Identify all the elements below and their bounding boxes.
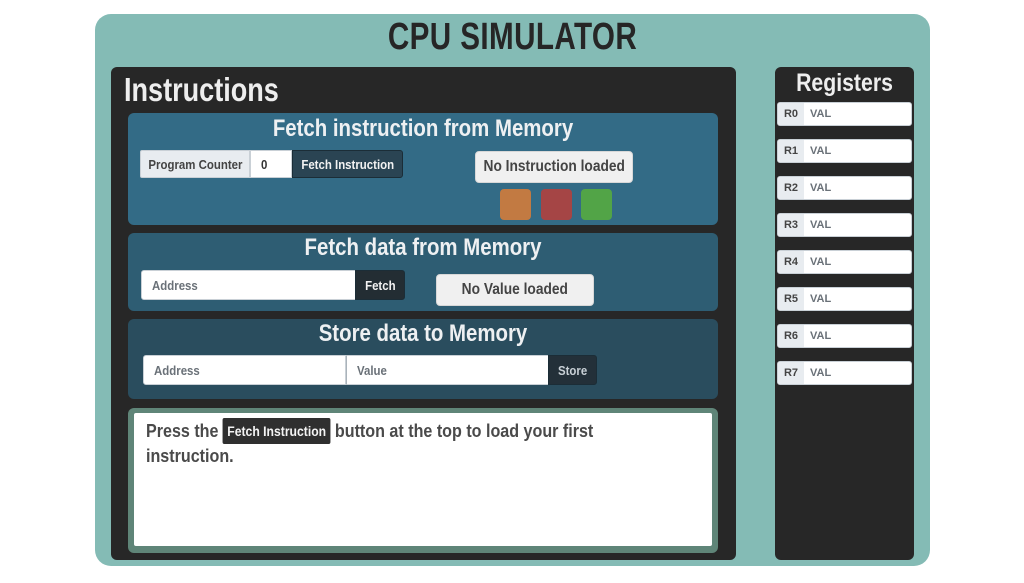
cpu-simulator-app: CPU SIMULATOR Instructions Fetch instruc… — [95, 14, 930, 566]
indicator-light-orange — [500, 189, 531, 220]
store-button[interactable]: Store — [548, 355, 597, 385]
register-name: R3 — [778, 214, 804, 236]
instructions-panel: Instructions Fetch instruction from Memo… — [111, 67, 736, 560]
register-name: R6 — [778, 325, 804, 347]
app-title: CPU SIMULATOR — [387, 16, 638, 58]
fetch-instruction-card: Fetch instruction from Memory Program Co… — [128, 113, 718, 225]
instructions-title: Instructions — [124, 71, 279, 108]
register-value[interactable]: VAL — [810, 177, 831, 199]
register-value[interactable]: VAL — [810, 103, 831, 125]
fetch-address-input[interactable]: Address — [141, 270, 356, 300]
register-value[interactable]: VAL — [810, 362, 831, 384]
inline-fetch-instruction-label: Fetch Instruction — [222, 418, 331, 444]
register-value[interactable]: VAL — [810, 251, 831, 273]
register-value[interactable]: VAL — [810, 214, 831, 236]
fetch-button[interactable]: Fetch — [355, 270, 405, 300]
store-address-input[interactable]: Address — [143, 355, 346, 385]
message-box: Press the Fetch Instruction button at th… — [134, 413, 712, 546]
fetch-data-card: Fetch data from Memory Address Fetch No … — [128, 233, 718, 311]
store-data-card: Store data to Memory Address Value Store — [128, 319, 718, 399]
register-value[interactable]: VAL — [810, 140, 831, 162]
register-row: R5 VAL — [777, 287, 912, 311]
fetch-instruction-button[interactable]: Fetch Instruction — [292, 150, 403, 178]
store-value-input[interactable]: Value — [346, 355, 549, 385]
register-name: R1 — [778, 140, 804, 162]
register-row: R7 VAL — [777, 361, 912, 385]
register-row: R1 VAL — [777, 139, 912, 163]
fetch-instruction-title: Fetch instruction from Memory — [272, 115, 574, 142]
register-name: R0 — [778, 103, 804, 125]
registers-panel: Registers R0 VAL R1 VAL R2 VAL R3 VAL R4… — [775, 67, 914, 560]
registers-title: Registers — [796, 69, 893, 97]
register-value[interactable]: VAL — [810, 325, 831, 347]
store-data-title: Store data to Memory — [318, 320, 528, 347]
program-counter-label: Program Counter — [140, 150, 250, 178]
instruction-status: No Instruction loaded — [475, 151, 633, 183]
indicator-light-green — [581, 189, 612, 220]
register-row: R0 VAL — [777, 102, 912, 126]
fetch-data-title: Fetch data from Memory — [304, 234, 542, 261]
value-status: No Value loaded — [436, 274, 594, 306]
message-area: Press the Fetch Instruction button at th… — [128, 408, 718, 553]
register-row: R2 VAL — [777, 176, 912, 200]
register-row: R6 VAL — [777, 324, 912, 348]
indicator-light-red — [541, 189, 572, 220]
register-name: R5 — [778, 288, 804, 310]
register-row: R3 VAL — [777, 213, 912, 237]
register-row: R4 VAL — [777, 250, 912, 274]
register-value[interactable]: VAL — [810, 288, 831, 310]
register-name: R4 — [778, 251, 804, 273]
program-counter-input[interactable]: 0 — [250, 150, 292, 178]
register-name: R7 — [778, 362, 804, 384]
message-text: Press the Fetch Instruction button at th… — [146, 418, 594, 466]
register-name: R2 — [778, 177, 804, 199]
